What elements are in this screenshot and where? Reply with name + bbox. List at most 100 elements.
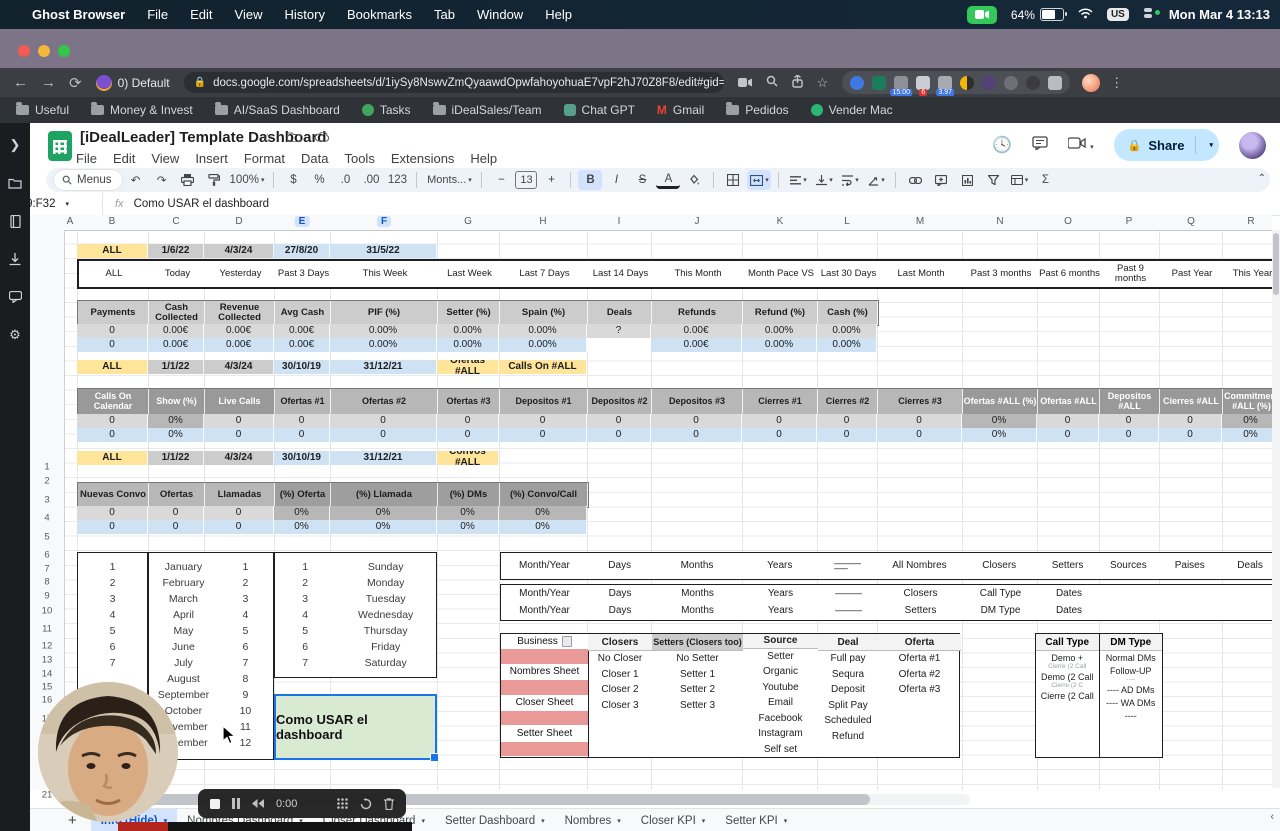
alert-extension-icon[interactable]: 6 — [916, 75, 931, 96]
month-name-cell[interactable]: April — [149, 607, 218, 623]
cell[interactable]: ---- — [1100, 709, 1163, 722]
month-number-cell[interactable]: 6 — [218, 639, 273, 655]
cell[interactable]: Deposit — [818, 682, 878, 698]
header-cell[interactable]: Depositos #2 — [588, 389, 652, 415]
column-header[interactable]: K — [773, 216, 788, 227]
menu-item[interactable]: Tools — [344, 151, 374, 166]
sheets-logo[interactable] — [48, 131, 72, 161]
sheet-tab[interactable]: Setter Dashboard ▾ — [435, 809, 555, 831]
cell[interactable]: Setter 3 — [652, 698, 743, 714]
camera-active-icon[interactable] — [966, 5, 997, 24]
timeframe-cell[interactable]: Past 9 months — [1101, 261, 1161, 287]
zoom-select[interactable]: 100% ▾ — [228, 170, 267, 190]
day-number-cell[interactable]: 2 — [275, 575, 335, 591]
month-number-cell[interactable]: 7 — [218, 655, 273, 671]
menubar-item[interactable]: History — [285, 7, 325, 22]
month-name-cell[interactable]: July — [149, 655, 218, 671]
day-number-cell[interactable]: 5 — [275, 623, 335, 639]
cell[interactable]: 0.00€ — [148, 338, 204, 352]
cell[interactable]: Demo (2 Call Cierre (2 C — [1036, 670, 1099, 689]
cell[interactable]: 0.00€ — [204, 324, 274, 338]
row-header[interactable]: 1 — [30, 461, 64, 474]
month-number-cell[interactable]: 10 — [218, 703, 273, 719]
column-header[interactable]: J — [691, 216, 704, 227]
header-cell[interactable]: Cierres #ALL — [1160, 389, 1223, 415]
cell[interactable]: Oferta #2 — [878, 667, 961, 683]
cell[interactable]: 0 — [1159, 414, 1222, 428]
day-name-cell[interactable]: Tuesday — [335, 591, 436, 607]
cell[interactable]: Oferta #3 — [878, 682, 961, 698]
bookmark-useful[interactable]: Useful — [16, 102, 69, 117]
cell[interactable]: 0 — [1037, 428, 1099, 442]
cell[interactable]: 0 — [330, 428, 437, 442]
menu-item[interactable]: View — [151, 151, 179, 166]
pause-button[interactable] — [232, 798, 240, 809]
bookmark-pedidos[interactable]: Pedidos — [726, 102, 789, 117]
menubar-item[interactable]: File — [147, 7, 168, 22]
cell[interactable]: Calls On #ALL — [499, 360, 587, 374]
timeframe-cell[interactable]: Today — [150, 261, 206, 287]
cell[interactable]: 0 — [148, 506, 204, 520]
cell[interactable]: 0% — [962, 414, 1037, 428]
print-button[interactable] — [176, 170, 200, 190]
cell[interactable]: No Setter — [652, 651, 743, 667]
undo-button[interactable]: ↶ — [124, 170, 148, 190]
cell[interactable]: 0 — [499, 414, 587, 428]
column-header[interactable]: G — [460, 216, 476, 227]
cell[interactable]: 0 — [1099, 428, 1159, 442]
cell[interactable]: 0.00€ — [274, 324, 330, 338]
version-history-icon[interactable]: 🕓 — [992, 135, 1012, 155]
cell[interactable]: Years — [742, 553, 817, 578]
cell[interactable]: 27/8/20 — [274, 244, 330, 258]
cell[interactable]: Facebook — [743, 711, 818, 727]
header-cell[interactable]: Refund (%) — [743, 301, 818, 325]
column-header[interactable]: O — [1060, 216, 1076, 227]
header-cell[interactable]: (%) Oferta — [275, 483, 331, 507]
cell[interactable]: 30/10/19 — [274, 360, 330, 374]
back-button[interactable]: ← — [13, 74, 28, 91]
cell[interactable]: 2 — [78, 575, 147, 591]
day-name-cell[interactable]: Saturday — [335, 655, 436, 671]
month-name-cell[interactable]: March — [149, 591, 218, 607]
increase-decimals-button[interactable]: .00 — [359, 170, 383, 190]
add-sheet-button[interactable]: + — [68, 812, 77, 829]
menu-item[interactable]: Format — [244, 151, 285, 166]
header-cell[interactable]: Ofertas — [149, 483, 205, 507]
header-cell[interactable]: Revenue Collected — [205, 301, 275, 325]
sheet-tab[interactable]: Nombres ▾ — [555, 809, 631, 831]
day-name-cell[interactable]: Sunday — [335, 559, 436, 575]
business-label[interactable]: Setter Sheet — [501, 726, 588, 740]
header-cell[interactable]: Cierres #1 — [743, 389, 818, 415]
cell[interactable]: 0.00% — [330, 338, 437, 352]
cell[interactable]: 0 — [77, 506, 148, 520]
share-button[interactable]: 🔒 Share ▾ — [1113, 129, 1219, 161]
column-header[interactable]: P — [1122, 216, 1137, 227]
text-rotation-button[interactable]: ▾ — [864, 170, 888, 190]
bookmark-gmail[interactable]: M Gmail — [657, 103, 704, 117]
stop-button[interactable] — [210, 798, 220, 809]
cell[interactable]: 4/3/24 — [204, 244, 274, 258]
price-extension-icon[interactable]: 3.97 — [936, 75, 955, 96]
puzzle-extension-icon[interactable] — [1048, 75, 1063, 90]
cell[interactable]: Months — [652, 553, 743, 578]
cell[interactable]: 0 — [651, 428, 742, 442]
header-cell[interactable]: Ofertas #ALL — [1038, 389, 1100, 415]
check-extension-icon[interactable] — [982, 75, 997, 90]
cell[interactable]: Setters — [1037, 553, 1099, 578]
insert-link-button[interactable] — [903, 170, 927, 190]
functions-button[interactable]: Σ — [1033, 170, 1057, 190]
row-header[interactable]: 7 — [30, 563, 64, 576]
cell[interactable]: 0 — [148, 520, 204, 534]
cell[interactable]: Month/Year — [501, 602, 588, 619]
day-number-cell[interactable]: 3 — [275, 591, 335, 607]
column-header[interactable]: N — [992, 216, 1007, 227]
cell[interactable]: Month/Year — [501, 585, 588, 602]
cell[interactable]: Years — [743, 602, 818, 619]
cell[interactable]: Month/Year — [501, 553, 588, 578]
decrease-decimals-button[interactable]: .0 — [333, 170, 357, 190]
day-number-cell[interactable]: 4 — [275, 607, 335, 623]
selection-fill-handle[interactable] — [430, 753, 439, 762]
deal-header[interactable]: Deal — [818, 634, 878, 651]
column-header[interactable]: E — [294, 216, 310, 227]
cell[interactable]: Closers — [878, 585, 963, 602]
